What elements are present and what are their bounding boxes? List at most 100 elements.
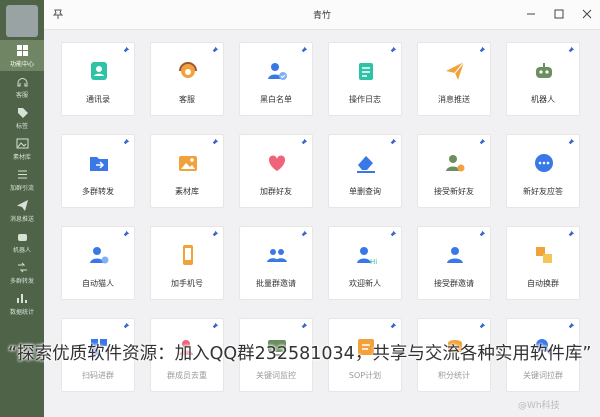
function-card-label: 自动猫人: [82, 279, 114, 288]
function-card-label: 批量群邀请: [256, 279, 296, 288]
avatar[interactable]: [6, 5, 38, 37]
group-invite-icon: [267, 249, 287, 262]
sidebar-item-label: 机器人: [12, 246, 31, 254]
sidebar-item-9[interactable]: 数据统计: [0, 288, 44, 319]
sidebar-item-4[interactable]: 素材库: [0, 133, 44, 164]
pin-icon[interactable]: [299, 322, 308, 331]
function-card[interactable]: 接受新好友: [417, 134, 491, 208]
pin-icon[interactable]: [299, 46, 308, 55]
function-card-label: 黑白名单: [260, 95, 292, 104]
close-button[interactable]: [580, 7, 594, 21]
pin-icon[interactable]: [477, 230, 486, 239]
pin-icon[interactable]: [121, 230, 130, 239]
function-card[interactable]: 通讯录: [61, 42, 135, 116]
pin-icon[interactable]: [210, 322, 219, 331]
pin-icon[interactable]: [477, 322, 486, 331]
image-icon: [16, 138, 28, 148]
swap-icon: [536, 247, 552, 263]
sidebar-item-label: 加群引流: [9, 184, 34, 192]
function-card[interactable]: 加手机号: [150, 226, 224, 300]
chat-bubble-icon: [535, 154, 553, 172]
function-card[interactable]: 多群转发: [61, 134, 135, 208]
function-card-label: 单删查询: [349, 187, 381, 196]
pin-icon[interactable]: [566, 138, 575, 147]
pin-icon[interactable]: [388, 322, 397, 331]
send-icon: [446, 61, 465, 80]
function-card-label: 机器人: [531, 95, 555, 104]
pin-icon[interactable]: [121, 138, 130, 147]
svg-text:Hi: Hi: [370, 258, 377, 266]
pin-icon[interactable]: [388, 46, 397, 55]
sidebar-item-label: 标签: [15, 122, 28, 130]
pin-icon[interactable]: [566, 322, 575, 331]
function-card[interactable]: 素材库: [150, 134, 224, 208]
function-card[interactable]: 新好友应答: [506, 134, 580, 208]
minimize-button[interactable]: [524, 7, 538, 21]
function-card[interactable]: 黑白名单: [239, 42, 313, 116]
function-card[interactable]: 批量群邀请: [239, 226, 313, 300]
user-check-icon: [268, 63, 287, 80]
pin-icon[interactable]: [210, 46, 219, 55]
flow-icon: [17, 170, 27, 178]
pin-icon[interactable]: [388, 138, 397, 147]
function-card[interactable]: 自动换群: [506, 226, 580, 300]
function-card[interactable]: 操作日志: [328, 42, 402, 116]
pin-icon[interactable]: [299, 230, 308, 239]
function-card[interactable]: 机器人: [506, 42, 580, 116]
forward-folder-icon: [90, 157, 108, 171]
watermark: @Wh科技: [518, 401, 560, 411]
function-card[interactable]: 消息推送: [417, 42, 491, 116]
pin-icon[interactable]: [210, 230, 219, 239]
function-card-label: 群成员去重: [167, 371, 207, 380]
function-card[interactable]: 自动猫人: [61, 226, 135, 300]
sidebar-item-label: 素材库: [12, 153, 31, 161]
sidebar-item-label: 数据统计: [9, 308, 34, 316]
minimize-icon: [527, 13, 535, 15]
function-card[interactable]: 单删查询: [328, 134, 402, 208]
image-icon: [179, 156, 197, 171]
sidebar-item-label: 多群转发: [9, 277, 34, 285]
window-title: 青竹: [312, 11, 331, 21]
pin-icon[interactable]: [210, 138, 219, 147]
function-card-label: 加手机号: [171, 279, 203, 288]
maximize-button[interactable]: [552, 7, 566, 21]
function-card[interactable]: Hi 欢迎新人: [328, 226, 402, 300]
pin-icon[interactable]: [121, 322, 130, 331]
function-card[interactable]: 客服: [150, 42, 224, 116]
sidebar-item-6[interactable]: 消息推送: [0, 195, 44, 226]
function-card-label: 关键词监控: [256, 371, 296, 380]
function-card-label: 自动换群: [527, 279, 559, 288]
function-card[interactable]: 接受群邀请: [417, 226, 491, 300]
log-icon: [359, 63, 373, 80]
function-card-label: 操作日志: [349, 95, 381, 104]
promo-overlay-text: “探索优质软件资源：加入QQ群232581034，共享与交流各种实用软件库”: [8, 344, 592, 364]
function-card-label: 通讯录: [86, 95, 110, 104]
pin-icon[interactable]: [299, 138, 308, 147]
sidebar-item-2[interactable]: 客服: [0, 71, 44, 102]
forward-icon: [17, 262, 27, 272]
robot-icon: [536, 63, 552, 78]
pin-icon[interactable]: [566, 46, 575, 55]
tag-icon: [17, 107, 28, 118]
sidebar-item-7[interactable]: 机器人: [0, 226, 44, 257]
function-card-label: 消息推送: [438, 95, 470, 104]
send-icon: [16, 199, 28, 211]
sidebar-item-1[interactable]: 功能中心: [0, 40, 44, 71]
function-card-label: SOP计划: [348, 371, 382, 380]
pin-icon[interactable]: [477, 46, 486, 55]
grid-icon: [16, 44, 28, 56]
sidebar-item-3[interactable]: 标签: [0, 102, 44, 133]
function-card-label: 扫码进群: [82, 371, 114, 380]
function-card-label: 多群转发: [82, 187, 114, 196]
sidebar-item-8[interactable]: 多群转发: [0, 257, 44, 288]
pin-icon[interactable]: [477, 138, 486, 147]
robot-icon: [17, 233, 27, 241]
function-card-label: 欢迎新人: [349, 279, 381, 288]
pin-icon[interactable]: [121, 46, 130, 55]
pin-icon[interactable]: [566, 230, 575, 239]
maximize-icon: [554, 9, 564, 19]
function-card-label: 加群好友: [260, 187, 292, 196]
function-card[interactable]: 加群好友: [239, 134, 313, 208]
sidebar-item-5[interactable]: 加群引流: [0, 164, 44, 195]
pin-icon[interactable]: [388, 230, 397, 239]
